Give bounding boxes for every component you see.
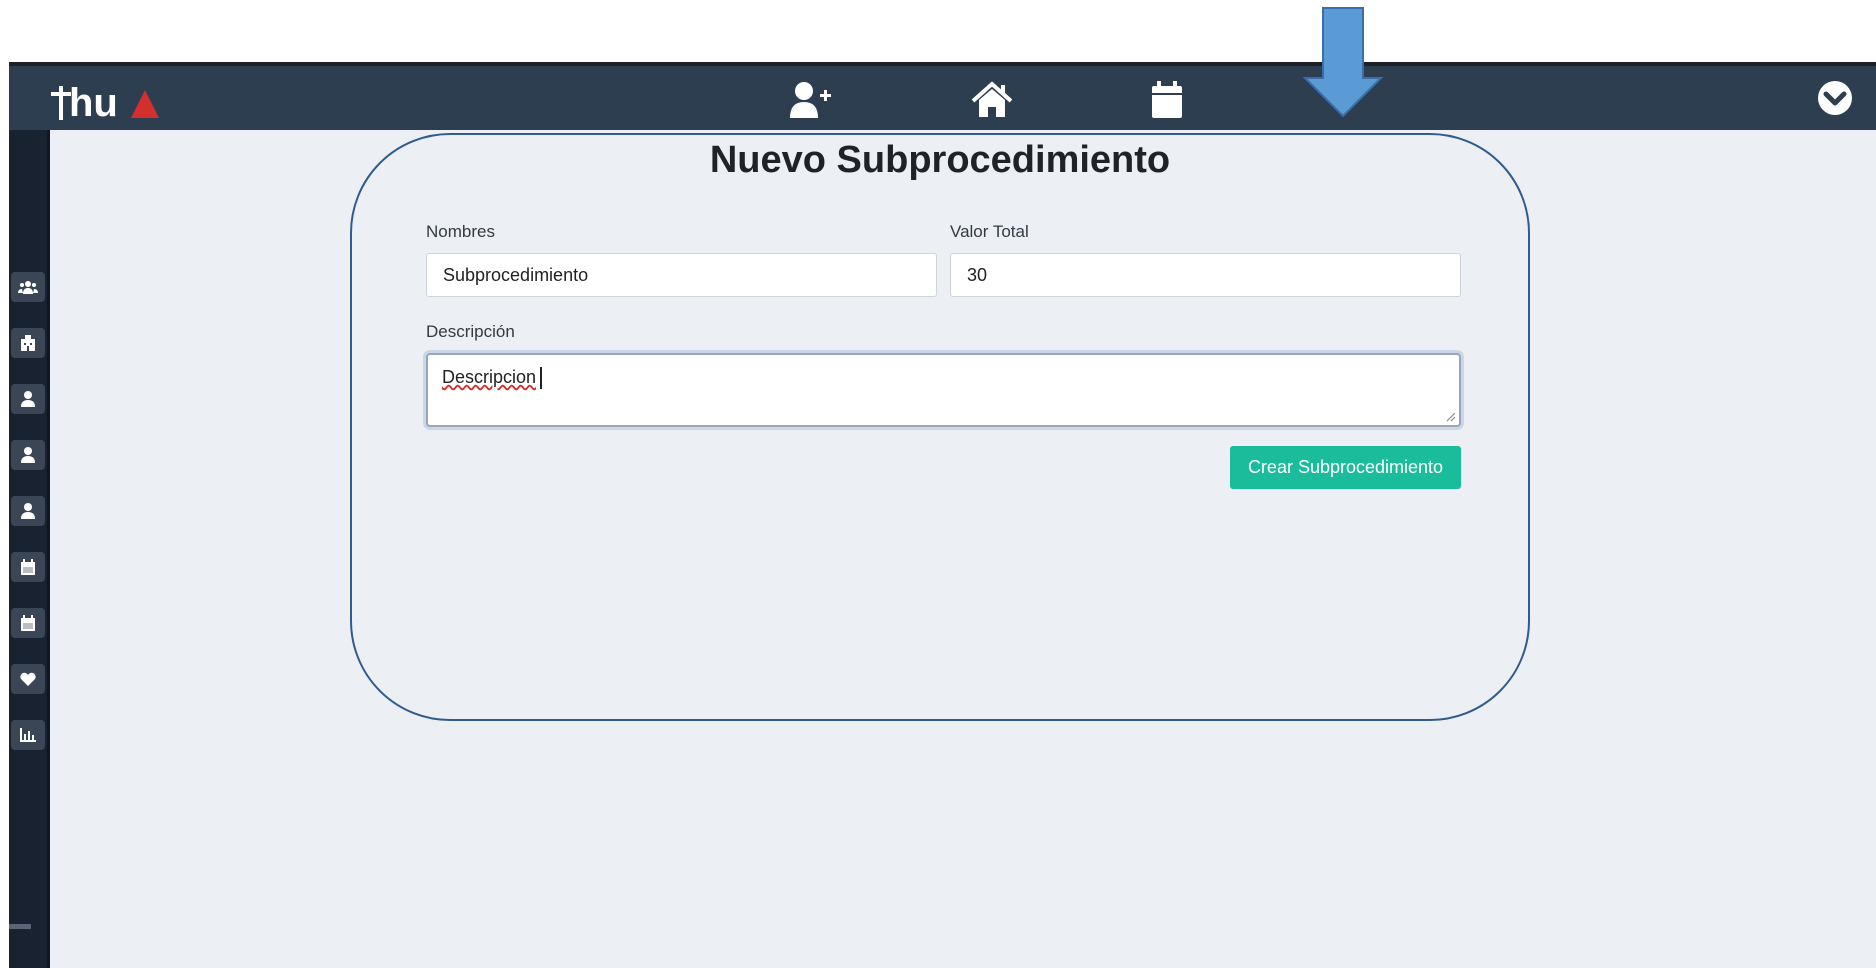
top-navbar: hu <box>9 66 1876 130</box>
page-title: Nuevo Subprocedimiento <box>709 139 1171 181</box>
sidebar-users-icon[interactable] <box>11 272 45 302</box>
sidebar-heart-icon[interactable] <box>11 664 45 694</box>
sidebar-collapse-handle[interactable] <box>9 924 31 929</box>
add-user-icon[interactable] <box>789 80 833 120</box>
descripcion-text: Descripcion <box>442 367 537 387</box>
sidebar-calendar-icon[interactable] <box>11 608 45 638</box>
sidebar-user-doctor-icon[interactable] <box>11 440 45 470</box>
annotation-arrow-icon <box>1302 7 1384 118</box>
sidebar-border <box>47 130 50 968</box>
crear-subprocedimiento-button[interactable]: Crear Subprocedimiento <box>1230 446 1461 489</box>
descripcion-label: Descripción <box>426 322 515 341</box>
sidebar-chart-bar-icon[interactable] <box>11 720 45 750</box>
valor-total-input[interactable] <box>950 253 1461 297</box>
nombres-input[interactable] <box>426 253 937 297</box>
text-cursor <box>540 367 543 390</box>
chevron-circle-down-icon[interactable] <box>1813 78 1857 118</box>
calendar-icon[interactable] <box>1145 80 1189 120</box>
sidebar-user-doctor-icon[interactable] <box>11 496 45 526</box>
resize-grip-icon[interactable] <box>1444 410 1456 422</box>
sidebar-hospital-icon[interactable] <box>11 328 45 358</box>
sidebar-user-doctor-icon[interactable] <box>11 384 45 414</box>
subprocedure-form-card: Nuevo Subprocedimiento Nombres Valor Tot… <box>350 133 1530 721</box>
app-logo[interactable]: hu <box>49 76 169 120</box>
home-icon[interactable] <box>970 80 1014 120</box>
logo-text: hu <box>69 81 118 120</box>
valor-total-label: Valor Total <box>950 222 1029 241</box>
sidebar <box>9 130 49 968</box>
sidebar-calendar-icon[interactable] <box>11 552 45 582</box>
nombres-label: Nombres <box>426 222 495 241</box>
descripcion-textarea[interactable]: Descripcion <box>426 353 1461 427</box>
